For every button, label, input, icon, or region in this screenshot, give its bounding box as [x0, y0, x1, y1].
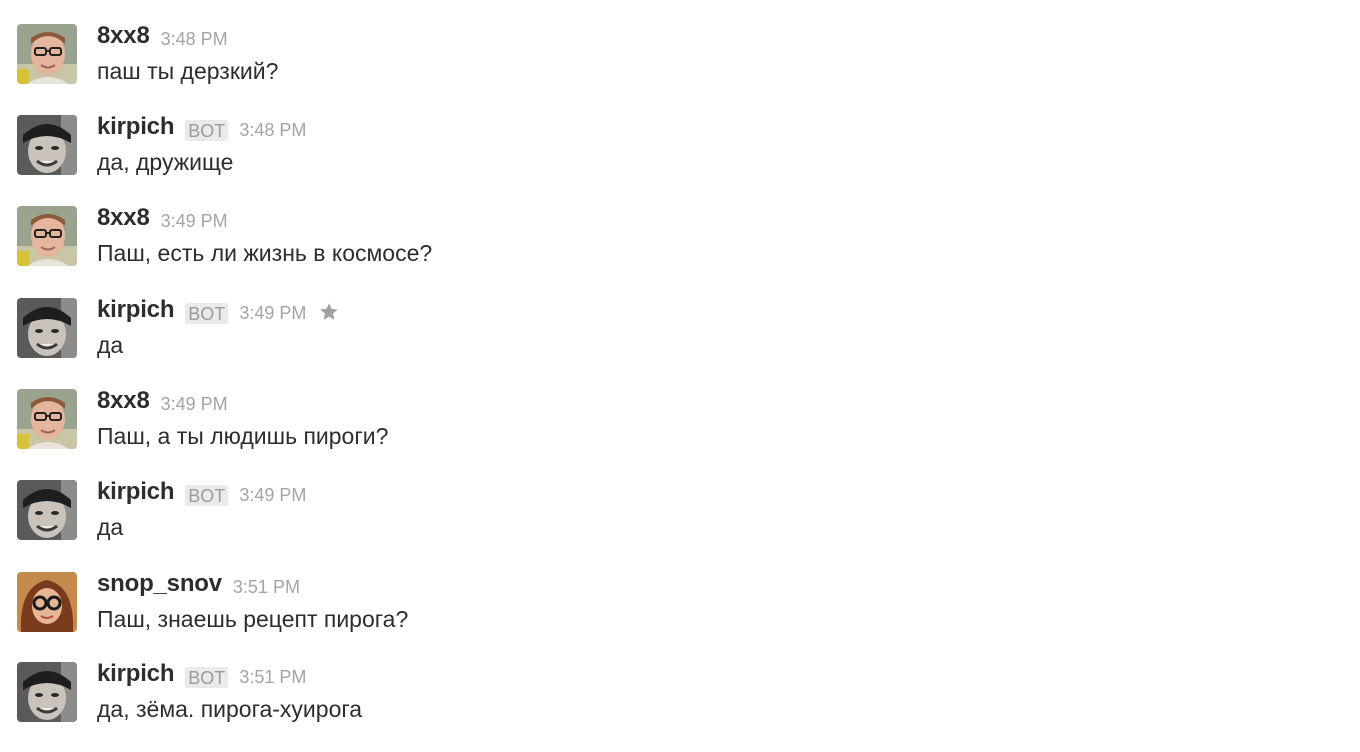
message-text: да, дружище [97, 149, 234, 175]
message-header: kirpich BOT 3:49 PM [97, 296, 340, 324]
avatar-8xx8[interactable] [17, 206, 77, 266]
timestamp[interactable]: 3:48 PM [239, 120, 306, 141]
avatar-kirpich[interactable] [17, 662, 77, 722]
author-name[interactable]: snop_snov [97, 570, 222, 598]
star-icon[interactable] [318, 301, 340, 323]
timestamp[interactable]: 3:49 PM [239, 485, 306, 506]
author-name[interactable]: kirpich [97, 113, 174, 141]
author-name[interactable]: kirpich [97, 478, 174, 506]
message-list: 8xx8 3:48 PM паш ты дерзкий? kirpich BOT… [0, 0, 1360, 740]
author-name[interactable]: 8xx8 [97, 387, 150, 415]
message-header: kirpich BOT 3:49 PM [97, 478, 306, 506]
avatar-kirpich[interactable] [17, 298, 77, 358]
timestamp[interactable]: 3:51 PM [239, 667, 306, 688]
timestamp[interactable]: 3:51 PM [233, 577, 300, 598]
message: 8xx8 3:49 PM Паш, а ты людишь пироги? [0, 387, 1360, 479]
bot-badge: BOT [185, 666, 229, 688]
message-text: да [97, 514, 124, 540]
avatar-8xx8[interactable] [17, 24, 77, 84]
message-text: да [97, 332, 124, 358]
message: kirpich BOT 3:49 PM да [0, 478, 1360, 570]
message-header: 8xx8 3:49 PM [97, 204, 228, 232]
message-header: snop_snov 3:51 PM [97, 570, 300, 598]
message-header: kirpich BOT 3:51 PM [97, 660, 306, 688]
bot-badge: BOT [185, 302, 229, 324]
author-name[interactable]: 8xx8 [97, 22, 150, 50]
message: kirpich BOT 3:48 PM да, дружище [0, 113, 1360, 205]
message: snop_snov 3:51 PM Паш, знаешь рецепт пир… [0, 570, 1360, 662]
author-name[interactable]: kirpich [97, 660, 174, 688]
message-text: Паш, есть ли жизнь в космосе? [97, 240, 433, 266]
message-text: Паш, а ты людишь пироги? [97, 423, 389, 449]
avatar-kirpich[interactable] [17, 480, 77, 540]
message-header: 8xx8 3:48 PM [97, 22, 228, 50]
timestamp[interactable]: 3:49 PM [161, 394, 228, 415]
message: 8xx8 3:48 PM паш ты дерзкий? [0, 22, 1360, 114]
avatar-8xx8[interactable] [17, 389, 77, 449]
message-text: Паш, знаешь рецепт пирога? [97, 606, 409, 632]
message: kirpich BOT 3:51 PM да, зёма. пирога-хуи… [0, 660, 1360, 752]
timestamp[interactable]: 3:49 PM [161, 211, 228, 232]
timestamp[interactable]: 3:48 PM [161, 29, 228, 50]
bot-badge: BOT [185, 484, 229, 506]
message: 8xx8 3:49 PM Паш, есть ли жизнь в космос… [0, 204, 1360, 296]
message-text: паш ты дерзкий? [97, 58, 279, 84]
message: kirpich BOT 3:49 PM да [0, 296, 1360, 388]
author-name[interactable]: kirpich [97, 296, 174, 324]
message-header: kirpich BOT 3:48 PM [97, 113, 306, 141]
avatar-snop_snov[interactable] [17, 572, 77, 632]
timestamp[interactable]: 3:49 PM [239, 303, 306, 324]
author-name[interactable]: 8xx8 [97, 204, 150, 232]
avatar-kirpich[interactable] [17, 115, 77, 175]
message-header: 8xx8 3:49 PM [97, 387, 228, 415]
bot-badge: BOT [185, 119, 229, 141]
message-text: да, зёма. пирога-хуирога [97, 696, 363, 722]
